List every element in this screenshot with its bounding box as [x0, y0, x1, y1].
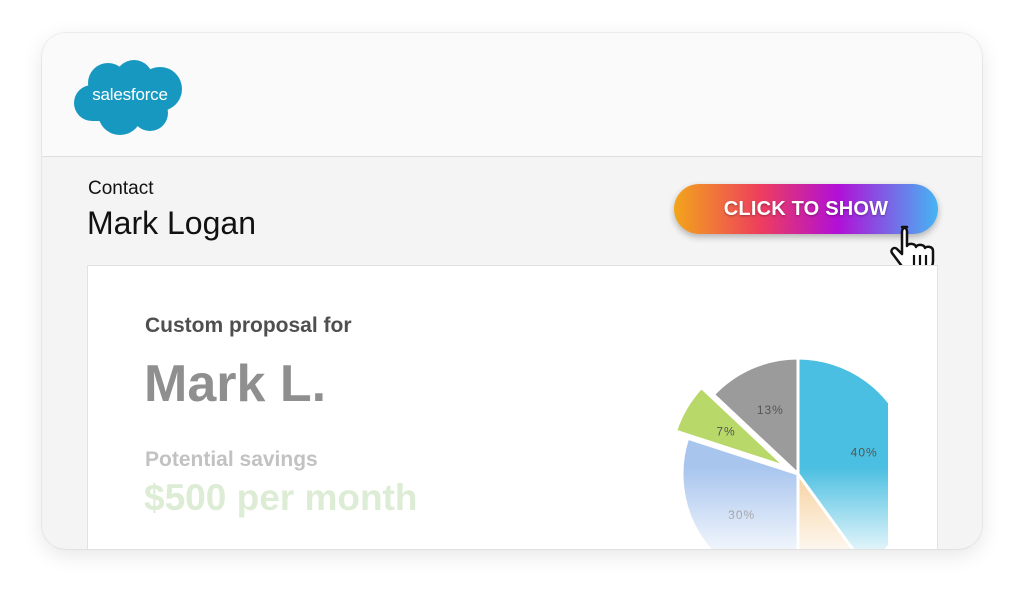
- app-card: salesforce Contact Mark Logan CLICK TO S…: [42, 33, 982, 549]
- contact-label: Contact: [88, 178, 154, 199]
- contact-name: Mark Logan: [87, 205, 256, 241]
- salesforce-logo: salesforce: [74, 59, 186, 137]
- header-bar: salesforce: [42, 33, 982, 157]
- savings-pie-chart: 40%30%7%13%: [638, 346, 888, 549]
- proposal-recipient: Mark L.: [144, 355, 327, 413]
- proposal-heading: Custom proposal for: [145, 314, 352, 337]
- savings-label: Potential savings: [145, 448, 318, 471]
- proposal-panel: Custom proposal for Mark L. Potential sa…: [87, 265, 938, 549]
- savings-value: $500 per month: [144, 477, 418, 518]
- logo-text: salesforce: [92, 85, 168, 104]
